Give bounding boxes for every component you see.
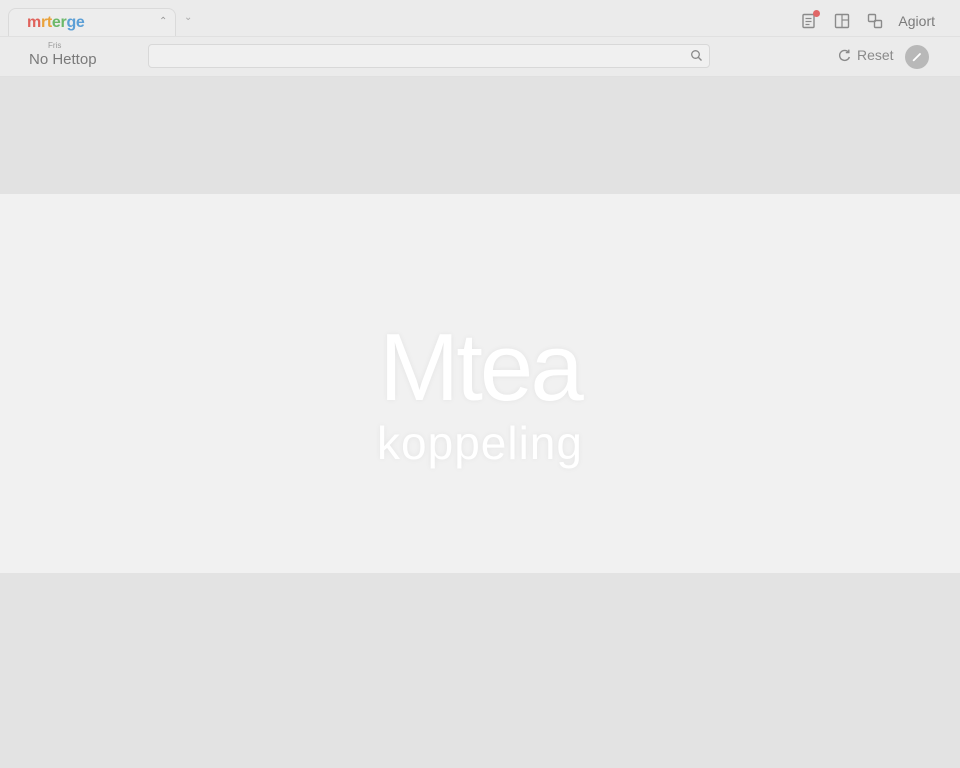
reset-button[interactable]: Reset [837,47,894,63]
toolbar-icons: Agiort [785,8,960,34]
search-input[interactable] [149,45,685,67]
file-name: No Hettop [29,51,97,68]
reset-label: Reset [857,47,894,63]
logo-part-3: er [51,14,67,31]
file-label: Fris [48,41,62,50]
app-tab[interactable]: mrterge ⌃ [8,8,176,36]
tab-collapse-icon[interactable]: ⌃ [159,16,167,27]
file-info[interactable]: Fris No Hettop [29,41,97,68]
lower-band [0,573,960,768]
pencil-icon [912,53,921,62]
tab-strip-divider [0,36,960,37]
notes-icon[interactable] [800,10,821,30]
layout-icon[interactable] [833,12,851,30]
upper-band [0,77,960,194]
logo-part-1: m [27,14,41,31]
search-bar[interactable] [148,44,710,68]
search-icon[interactable] [690,49,703,62]
logo-part-2: rt [40,14,52,31]
tab-menu-chevron-icon[interactable]: ⌄ [184,12,192,23]
logo-part-4: ge [66,14,85,31]
hero-subtitle: koppeling [377,417,583,469]
reset-icon [838,49,851,61]
export-button[interactable]: Agiort [898,13,935,29]
arrange-icon[interactable] [866,12,884,30]
notification-dot [813,10,821,17]
hero-title: Mtea [379,314,583,421]
edit-button[interactable] [905,45,929,69]
top-bar: mrterge ⌃ ⌄ Agiort Fris No Hettop Reset [0,0,960,77]
app-logo: mrterge [27,14,85,32]
